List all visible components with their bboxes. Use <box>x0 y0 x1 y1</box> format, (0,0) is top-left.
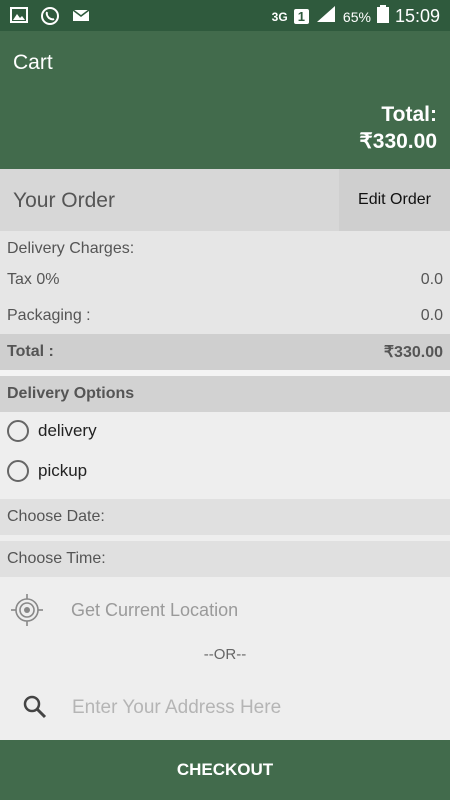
whatsapp-icon <box>40 6 60 31</box>
page-title: Cart <box>13 51 53 74</box>
header-total-label: Total: <box>381 103 437 126</box>
your-order-header: Your Order Edit Order <box>0 169 450 231</box>
pickup-radio-option[interactable]: pickup <box>7 460 87 482</box>
delivery-radio-option[interactable]: delivery <box>7 420 97 442</box>
packaging-label: Packaging : <box>7 307 91 324</box>
location-target-icon <box>10 593 44 632</box>
get-current-location-button[interactable]: Get Current Location <box>0 584 450 636</box>
delivery-radio-label[interactable]: delivery <box>38 421 97 441</box>
choose-date-field[interactable]: Choose Date: <box>0 499 450 535</box>
address-input[interactable] <box>70 692 434 724</box>
order-total-label: Total : <box>7 343 54 360</box>
checkout-button[interactable]: CHECKOUT <box>0 740 450 800</box>
address-search-row <box>0 682 450 732</box>
status-bar: 3G 1 65% 15:09 <box>0 0 450 31</box>
tax-label: Tax 0% <box>7 271 60 288</box>
battery-icon <box>376 5 389 28</box>
mail-icon <box>72 6 90 31</box>
header-total-value: ₹330.00 <box>359 130 437 153</box>
signal-icon <box>315 5 337 28</box>
your-order-title: Your Order <box>13 189 115 212</box>
tax-row: Tax 0% 0.0 <box>0 262 450 298</box>
delivery-options-header: Delivery Options <box>0 376 450 412</box>
packaging-row: Packaging : 0.0 <box>0 298 450 334</box>
order-total-row: Total : ₹330.00 <box>0 334 450 370</box>
gallery-icon <box>10 6 28 31</box>
pickup-radio-button[interactable] <box>7 460 29 482</box>
app-bar: Cart Total: ₹330.00 <box>0 31 450 169</box>
sim-indicator: 1 <box>293 9 309 24</box>
network-type-label: 3G <box>271 9 288 24</box>
pickup-radio-label[interactable]: pickup <box>38 461 87 481</box>
clock: 15:09 <box>394 6 440 26</box>
search-icon <box>22 694 48 725</box>
get-current-location-label: Get Current Location <box>71 600 239 620</box>
packaging-value: 0.0 <box>420 307 443 324</box>
delivery-radio-button[interactable] <box>7 420 29 442</box>
tax-value: 0.0 <box>420 271 443 288</box>
or-separator: --OR-- <box>203 646 247 663</box>
battery-percent: 65% <box>342 8 371 25</box>
order-total-value: ₹330.00 <box>383 344 443 361</box>
choose-time-field[interactable]: Choose Time: <box>0 541 450 577</box>
edit-order-button[interactable]: Edit Order <box>339 169 450 231</box>
delivery-charges-label: Delivery Charges: <box>7 240 135 257</box>
